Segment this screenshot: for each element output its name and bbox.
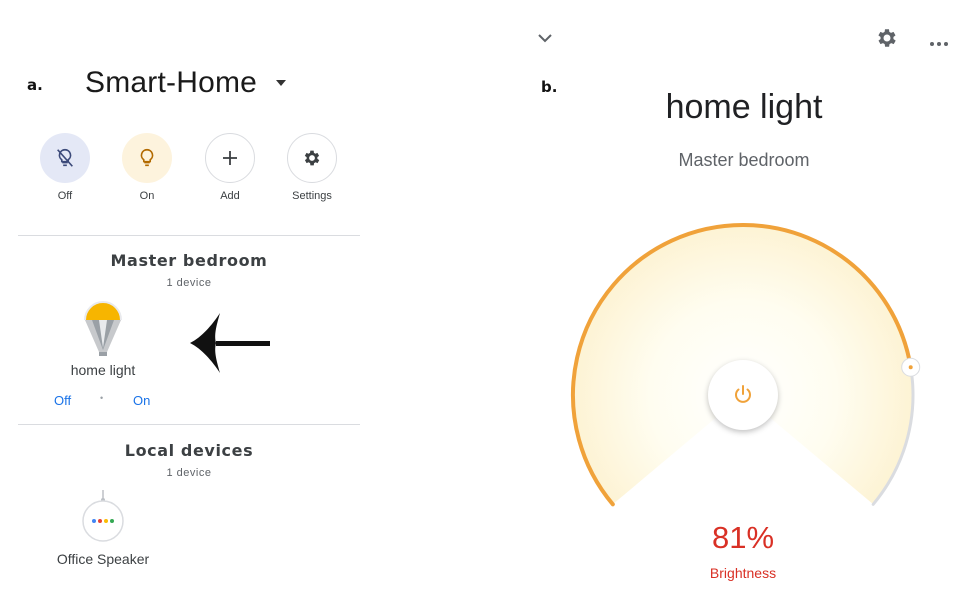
device-tile-office-speaker[interactable]: Office Speaker [48, 488, 158, 574]
dial-thumb-dot [908, 365, 913, 370]
speaker-icon [81, 488, 125, 549]
plus-icon [205, 133, 255, 183]
device-title: home light [665, 88, 823, 126]
room-device-count: 1 device [166, 277, 212, 289]
quick-action-settings[interactable]: Settings [284, 133, 340, 202]
quick-action-settings-label: Settings [292, 190, 332, 202]
panel-b-label: b. [541, 78, 558, 96]
room-title-local-devices: Local devices [124, 441, 254, 460]
control-separator: • [100, 393, 104, 403]
brightness-label: Brightness [709, 565, 777, 581]
home-light-off-button[interactable]: Off [54, 393, 71, 408]
quick-action-add-label: Add [220, 190, 240, 202]
gear-icon [287, 133, 337, 183]
room-title-master-bedroom: Master bedroom [110, 251, 268, 270]
quick-action-off-label: Off [57, 190, 73, 202]
device-room: Master bedroom [678, 150, 810, 170]
light-off-icon [40, 133, 90, 183]
device-name-office-speaker: Office Speaker [56, 551, 150, 567]
device-tile-home-light[interactable]: home light [55, 298, 151, 386]
power-button[interactable] [708, 360, 778, 430]
quick-action-add[interactable]: Add [202, 133, 258, 202]
panel-a-label: a. [27, 76, 43, 94]
local-device-count: 1 device [166, 467, 212, 479]
divider [18, 424, 360, 425]
quick-action-on[interactable]: On [119, 133, 175, 202]
gear-icon[interactable] [875, 26, 899, 55]
home-title[interactable]: Smart-Home [85, 66, 257, 100]
divider [18, 235, 360, 236]
home-light-on-button[interactable]: On [133, 393, 150, 408]
power-icon [731, 383, 755, 407]
lightbulb-icon [122, 133, 172, 183]
arrow-left-icon [188, 311, 272, 380]
home-dropdown-caret-icon[interactable] [276, 80, 286, 86]
quick-action-on-label: On [139, 190, 155, 202]
more-icon[interactable] [929, 34, 949, 52]
brightness-value: 81% [711, 520, 775, 555]
quick-action-off[interactable]: Off [37, 133, 93, 202]
chevron-down-icon[interactable] [537, 31, 553, 49]
device-name-home-light: home light [70, 362, 136, 378]
smart-bulb-icon [79, 298, 127, 365]
